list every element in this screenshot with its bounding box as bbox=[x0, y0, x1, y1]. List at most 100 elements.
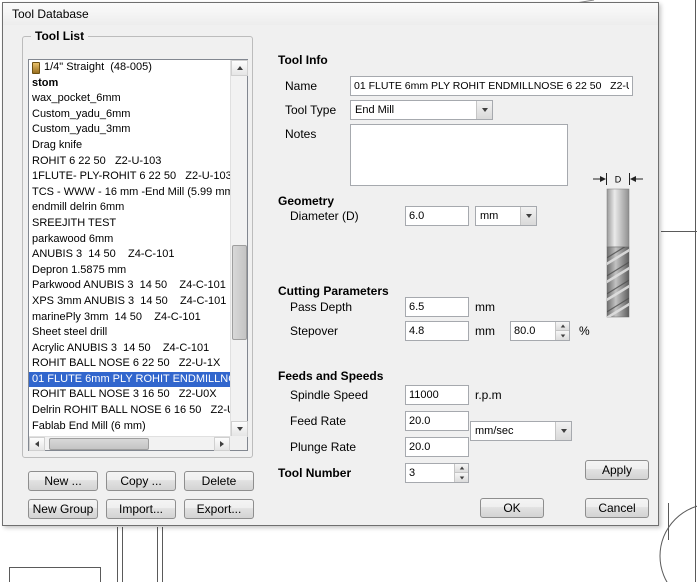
stepover-percent-units: % bbox=[579, 324, 590, 338]
pass-depth-input[interactable] bbox=[405, 297, 469, 317]
scroll-up-button[interactable] bbox=[231, 60, 248, 76]
vertical-scroll-thumb[interactable] bbox=[232, 245, 247, 340]
new-group-button[interactable]: New Group bbox=[28, 499, 98, 519]
tool-list-item[interactable]: Drag knife bbox=[29, 138, 230, 154]
tool-type-value: End Mill bbox=[355, 104, 395, 116]
tool-list-item[interactable]: Acrylic ANUBIS 3 14 50 Z4-C-101 bbox=[29, 341, 230, 357]
tool-number-input[interactable] bbox=[406, 464, 454, 482]
notes-label: Notes bbox=[285, 127, 317, 141]
tool-list-item-label: Parkwood ANUBIS 3 14 50 Z4-C-101 bbox=[32, 279, 226, 292]
ok-button[interactable]: OK bbox=[480, 498, 544, 518]
spindle-speed-input[interactable] bbox=[405, 385, 469, 405]
stepover-percent-spinner bbox=[510, 321, 570, 341]
vertical-scrollbar[interactable] bbox=[230, 60, 248, 437]
stepover-percent-up-button[interactable] bbox=[556, 322, 569, 331]
tool-list-item[interactable]: wax_pocket_6mm bbox=[29, 91, 230, 107]
horizontal-scroll-thumb[interactable] bbox=[49, 438, 149, 450]
tool-database-dialog: Tool Database Tool List 1/4" Straight (4… bbox=[2, 2, 659, 526]
tool-list-item[interactable]: Depron 1.5875 mm bbox=[29, 263, 230, 279]
tool-list-item[interactable]: Fablab End Mill (6 mm) bbox=[29, 419, 230, 435]
delete-tool-button[interactable]: Delete bbox=[184, 471, 254, 491]
feed-rate-input[interactable] bbox=[405, 411, 469, 431]
tool-list-item[interactable]: Delrin ROHIT BALL NOSE 6 16 50 Z2-U0X bbox=[29, 403, 230, 419]
tool-list-item-label: parkawood 6mm bbox=[32, 232, 114, 245]
spindle-speed-units: r.p.m bbox=[475, 388, 502, 402]
tool-list-item-label: ANUBIS 3 14 50 Z4-C-101 bbox=[32, 248, 175, 261]
tool-list-item-label: ROHIT BALL NOSE 6 22 50 Z2-U-1X bbox=[32, 357, 221, 370]
horizontal-scrollbar[interactable] bbox=[29, 436, 230, 451]
tool-list-item[interactable]: parkawood 6mm bbox=[29, 232, 230, 248]
end-mill-diagram: D bbox=[593, 173, 643, 318]
tool-list-item[interactable]: marinePly 3mm 14 50 Z4-C-101 bbox=[29, 310, 230, 326]
tool-list-item[interactable]: endmill delrin 6mm bbox=[29, 200, 230, 216]
rate-units-select[interactable]: mm/sec bbox=[470, 421, 572, 441]
tool-list-item-label: Sheet steel drill bbox=[32, 326, 108, 339]
tool-list-item-label: SREEJITH TEST bbox=[32, 216, 117, 229]
scroll-down-button[interactable] bbox=[231, 421, 248, 437]
tool-list-item[interactable]: 1FLUTE- PLY-ROHIT 6 22 50 Z2-U-103 bbox=[29, 169, 230, 185]
tool-list-item-label: endmill delrin 6mm bbox=[32, 201, 125, 214]
pass-depth-units: mm bbox=[475, 300, 495, 314]
tool-listbox: 1/4" Straight (48-005) stom wax_pocket_6mm… bbox=[28, 59, 248, 451]
dropdown-arrow-icon bbox=[555, 422, 571, 440]
tool-list-item[interactable]: ROHIT BALL NOSE 6 22 50 Z2-U-1X bbox=[29, 356, 230, 372]
diameter-label: Diameter (D) bbox=[290, 209, 359, 223]
tool-list-item-label: Fablab End Mill (6 mm) bbox=[32, 419, 146, 432]
name-input[interactable] bbox=[350, 76, 633, 96]
tool-type-label: Tool Type bbox=[285, 103, 337, 117]
apply-button[interactable]: Apply bbox=[585, 460, 649, 480]
tool-list-item[interactable]: SREEJITH TEST bbox=[29, 216, 230, 232]
pass-depth-label: Pass Depth bbox=[290, 300, 353, 314]
tool-list-item[interactable]: XPS 3mm ANUBIS 3 14 50 Z4-C-101 bbox=[29, 294, 230, 310]
export-button[interactable]: Export... bbox=[184, 499, 254, 519]
tool-list-item-label: marinePly 3mm 14 50 Z4-C-101 bbox=[32, 310, 201, 323]
tool-list-item-label: Delrin ROHIT BALL NOSE 6 16 50 Z2-U0X bbox=[32, 404, 230, 417]
tool-info-header: Tool Info bbox=[278, 53, 328, 67]
tool-list-item-label: Drag knife bbox=[32, 138, 83, 151]
tool-number-up-button[interactable] bbox=[455, 464, 468, 473]
scroll-left-button[interactable] bbox=[29, 437, 45, 451]
scroll-right-button[interactable] bbox=[214, 437, 230, 451]
tool-number-down-button[interactable] bbox=[455, 473, 468, 482]
tool-list-item[interactable]: ROHIT BALL NOSE 3 16 50 Z2-U0X bbox=[29, 387, 230, 403]
cancel-button[interactable]: Cancel bbox=[585, 498, 649, 518]
diameter-units-value: mm bbox=[480, 210, 499, 222]
plunge-rate-input[interactable] bbox=[405, 437, 469, 457]
dialog-titlebar[interactable]: Tool Database bbox=[3, 3, 658, 25]
tool-list-item[interactable]: 1/4" Straight (48-005) bbox=[29, 60, 230, 76]
tool-list-item[interactable]: ANUBIS 3 14 50 Z4-C-101 bbox=[29, 247, 230, 263]
tool-list-item[interactable]: Custom_yadu_3mm bbox=[29, 122, 230, 138]
new-tool-button[interactable]: New ... bbox=[28, 471, 98, 491]
tool-list-item-label: 1/4" Straight (48-005) bbox=[44, 61, 152, 73]
copy-tool-button[interactable]: Copy ... bbox=[106, 471, 176, 491]
arrow-right-icon bbox=[220, 441, 224, 447]
tool-list-item-label: ROHIT BALL NOSE 3 16 50 Z2-U0X bbox=[32, 388, 217, 401]
tool-list-item[interactable]: TCS - WWW - 16 mm -End Mill (5.99 mm) bbox=[29, 185, 230, 201]
tool-list-item-label: wax_pocket_6mm bbox=[32, 92, 121, 105]
tool-list-item[interactable]: ROHIT 6 22 50 Z2-U-103 bbox=[29, 154, 230, 170]
stepover-input[interactable] bbox=[405, 321, 469, 341]
rate-units-value: mm/sec bbox=[475, 425, 514, 437]
tool-list-rows: 1/4" Straight (48-005) stom wax_pocket_6mm… bbox=[29, 60, 230, 436]
geometry-header: Geometry bbox=[278, 194, 335, 208]
import-button[interactable]: Import... bbox=[106, 499, 176, 519]
stepover-percent-down-button[interactable] bbox=[556, 331, 569, 340]
tool-list-item-label: 1FLUTE- PLY-ROHIT 6 22 50 Z2-U-103 bbox=[32, 170, 230, 183]
tool-list-item-label: ROHIT 6 22 50 Z2-U-103 bbox=[32, 154, 162, 167]
diameter-units-select[interactable]: mm bbox=[475, 206, 537, 226]
tool-number-spin-buttons bbox=[454, 464, 468, 482]
notes-input[interactable] bbox=[350, 124, 568, 186]
stepover-percent-input[interactable] bbox=[511, 322, 555, 340]
tool-list-item-label: Custom_yadu_3mm bbox=[32, 123, 131, 136]
tool-list-item-label: Custom_yadu_6mm bbox=[32, 107, 131, 120]
tool-list-item[interactable]: Sheet steel drill bbox=[29, 325, 230, 341]
tool-list-item[interactable]: stom bbox=[29, 76, 230, 92]
tool-list-item[interactable]: 01 FLUTE 6mm PLY ROHIT ENDMILLNOSE 6 bbox=[29, 371, 230, 388]
diameter-input[interactable] bbox=[405, 206, 469, 226]
scrollbar-corner bbox=[230, 436, 247, 450]
arrow-left-icon bbox=[35, 441, 39, 447]
stepover-units: mm bbox=[475, 324, 495, 338]
tool-list-item[interactable]: Custom_yadu_6mm bbox=[29, 107, 230, 123]
tool-type-select[interactable]: End Mill bbox=[350, 100, 493, 120]
tool-list-item[interactable]: Parkwood ANUBIS 3 14 50 Z4-C-101 bbox=[29, 278, 230, 294]
